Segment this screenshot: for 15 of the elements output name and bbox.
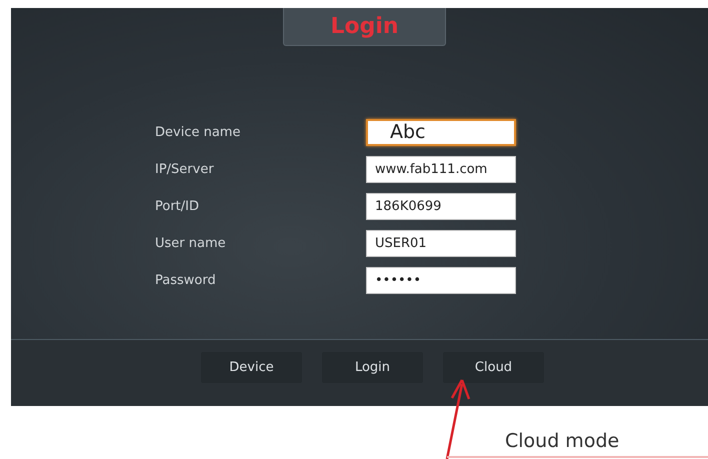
field-label: IP/Server xyxy=(155,161,215,179)
input-field[interactable]: USER01 xyxy=(366,230,516,257)
field-label: Password xyxy=(155,272,217,290)
nav-button[interactable]: Device xyxy=(201,352,302,383)
field-label: Port/ID xyxy=(155,198,200,216)
input-field[interactable]: 186K0699 xyxy=(366,193,516,220)
annotation-text: Cloud mode xyxy=(505,430,620,452)
input-field[interactable]: •••••• xyxy=(366,267,516,294)
login-title: Login xyxy=(283,8,446,46)
field-label: User name xyxy=(155,235,227,253)
field-label: Device name xyxy=(155,124,242,142)
input-field[interactable]: www.fab111.com xyxy=(366,156,516,183)
nav-button[interactable]: Login xyxy=(322,352,423,383)
nav-button[interactable]: Cloud xyxy=(443,352,544,383)
input-field[interactable]: Abc xyxy=(366,119,516,146)
